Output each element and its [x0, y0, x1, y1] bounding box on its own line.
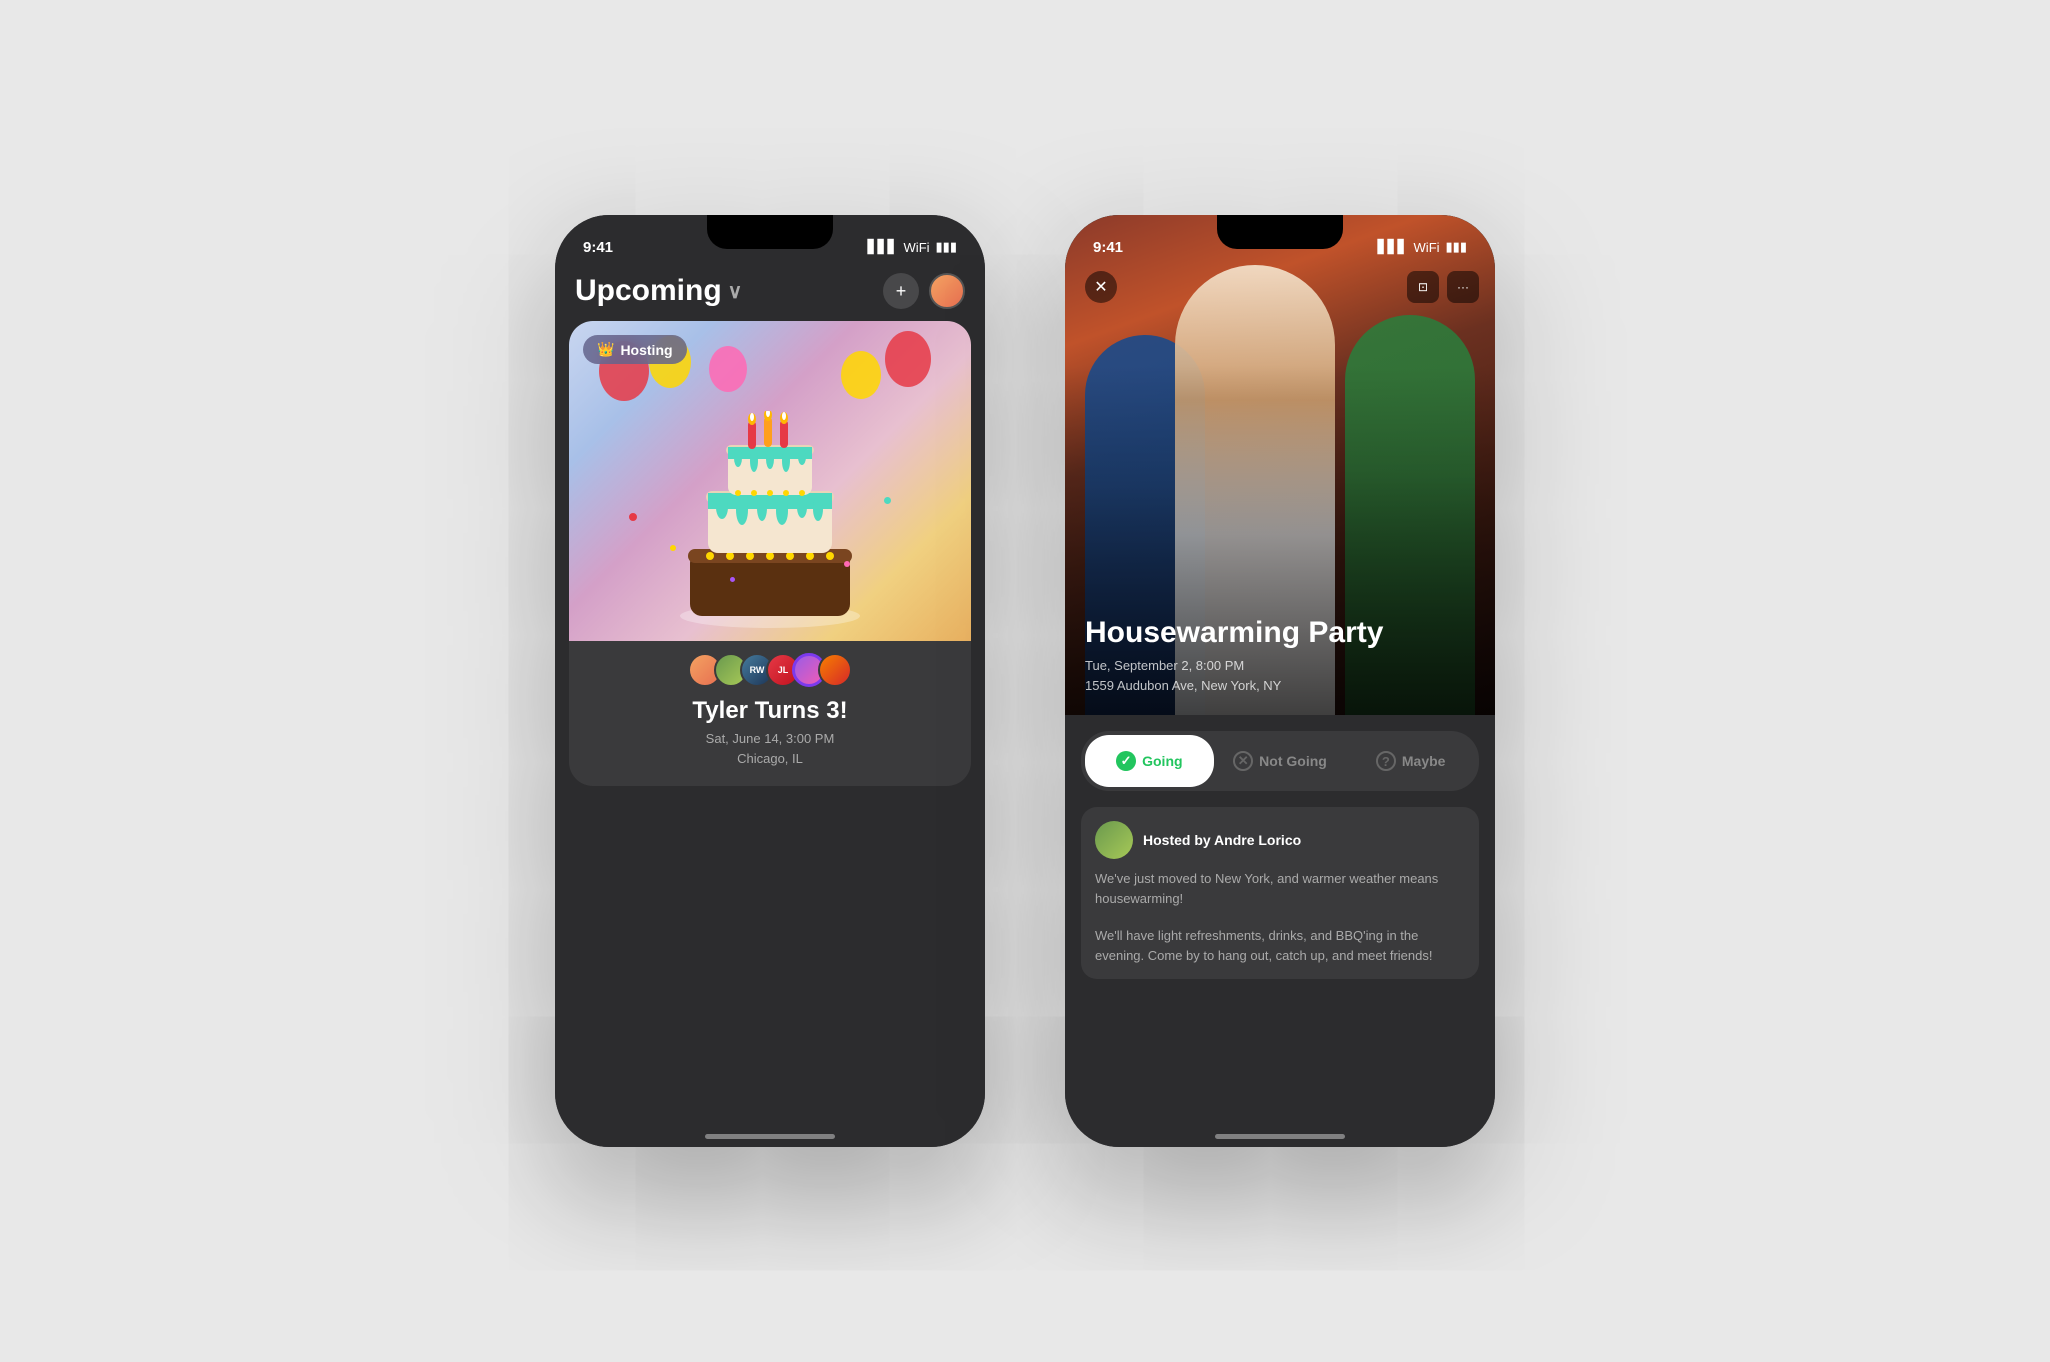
cake-graphic: [670, 411, 870, 631]
battery-icon: ▮▮▮: [936, 239, 957, 255]
upcoming-title: Upcoming: [575, 274, 722, 308]
status-bar: 9:41 ▋▋▋ WiFi ▮▮▮: [555, 215, 985, 265]
balloon-red2: [885, 331, 931, 387]
more-button[interactable]: ···: [1447, 271, 1479, 303]
maybe-button[interactable]: ? Maybe: [1346, 735, 1475, 787]
event-address-hw: 1559 Audubon Ave, New York, NY: [1085, 676, 1475, 696]
status-icons-2: ▋▋▋ WiFi ▮▮▮: [1378, 239, 1467, 255]
status-bar-2: 9:41 ▋▋▋ WiFi ▮▮▮: [1065, 215, 1495, 265]
attendee-initials-3: RW: [750, 665, 765, 675]
home-indicator: [705, 1134, 835, 1139]
balloon-pink: [709, 346, 747, 392]
host-description-2: We'll have light refreshments, drinks, a…: [1095, 926, 1465, 965]
phone2-screen: 9:41 ▋▋▋ WiFi ▮▮▮ ✕ ⊡ ···: [1065, 215, 1495, 1147]
status-time-2: 9:41: [1093, 239, 1123, 256]
phone1-screen: 9:41 ▋▋▋ WiFi ▮▮▮ Upcoming ∨ +: [555, 215, 985, 1147]
not-going-label: Not Going: [1259, 753, 1327, 769]
wifi-icon: WiFi: [904, 240, 930, 255]
maybe-label: Maybe: [1402, 753, 1446, 769]
crown-icon: 👑: [597, 341, 614, 358]
close-button[interactable]: ✕: [1085, 271, 1117, 303]
battery-icon-2: ▮▮▮: [1446, 239, 1467, 255]
not-going-button[interactable]: ✕ Not Going: [1216, 735, 1345, 787]
dropdown-chevron-icon: ∨: [728, 279, 743, 304]
more-icon: ···: [1457, 280, 1469, 294]
host-description-1: We've just moved to New York, and warmer…: [1095, 869, 1465, 908]
event-info: Tyler Turns 3! Sat, June 14, 3:00 PM Chi…: [569, 693, 971, 786]
maybe-question-icon: ?: [1376, 751, 1396, 771]
going-label: Going: [1142, 753, 1182, 769]
hosting-label: Hosting: [620, 342, 672, 358]
attendee-avatar-6: [818, 653, 852, 687]
status-time: 9:41: [583, 239, 613, 256]
going-check-icon: ✓: [1116, 751, 1136, 771]
wifi-icon-2: WiFi: [1414, 240, 1440, 255]
attendees-row: RW JL: [569, 641, 971, 693]
host-name: Hosted by Andre Lorico: [1143, 832, 1301, 848]
host-card: Hosted by Andre Lorico We've just moved …: [1081, 807, 1479, 979]
event-overlay-info: Housewarming Party Tue, September 2, 8:0…: [1085, 616, 1475, 696]
plus-icon: +: [896, 281, 907, 302]
hosting-badge: 👑 Hosting: [583, 335, 687, 364]
x-icon: ✕: [1094, 277, 1107, 297]
rsvp-row: ✓ Going ✕ Not Going ? Maybe: [1081, 731, 1479, 791]
app-header: Upcoming ∨ +: [555, 265, 985, 321]
bottom-panel: ✓ Going ✕ Not Going ? Maybe Hosted by An…: [1065, 715, 1495, 1147]
phone-2: 9:41 ▋▋▋ WiFi ▮▮▮ ✕ ⊡ ···: [1065, 215, 1495, 1147]
going-button[interactable]: ✓ Going: [1085, 735, 1214, 787]
host-row: Hosted by Andre Lorico: [1095, 821, 1465, 859]
share-button[interactable]: ⊡: [1407, 271, 1439, 303]
header-actions: +: [883, 273, 965, 309]
header-title-group[interactable]: Upcoming ∨: [575, 274, 742, 308]
attendee-initials-4: JL: [778, 665, 789, 675]
phone-1: 9:41 ▋▋▋ WiFi ▮▮▮ Upcoming ∨ +: [555, 215, 985, 1147]
event-location: Chicago, IL: [585, 749, 955, 769]
housewarming-title: Housewarming Party: [1085, 616, 1475, 651]
event-card[interactable]: 👑 Hosting RW JL Tyler Turns 3!: [569, 321, 971, 786]
home-indicator-2: [1215, 1134, 1345, 1139]
host-avatar: [1095, 821, 1133, 859]
user-avatar[interactable]: [929, 273, 965, 309]
hero-image: 9:41 ▋▋▋ WiFi ▮▮▮ ✕ ⊡ ···: [1065, 215, 1495, 715]
add-event-button[interactable]: +: [883, 273, 919, 309]
event-name: Tyler Turns 3!: [585, 697, 955, 725]
signal-icon: ▋▋▋: [868, 239, 898, 255]
event-date-hw: Tue, September 2, 8:00 PM: [1085, 656, 1475, 676]
not-going-x-icon: ✕: [1233, 751, 1253, 771]
signal-icon-2: ▋▋▋: [1378, 239, 1408, 255]
balloon-gold2: [841, 351, 881, 399]
event-date-line: Sat, June 14, 3:00 PM: [585, 729, 955, 749]
status-icons: ▋▋▋ WiFi ▮▮▮: [868, 239, 957, 255]
share-icon: ⊡: [1418, 280, 1428, 294]
top-right-actions: ⊡ ···: [1407, 271, 1479, 303]
event-card-image: 👑 Hosting: [569, 321, 971, 641]
